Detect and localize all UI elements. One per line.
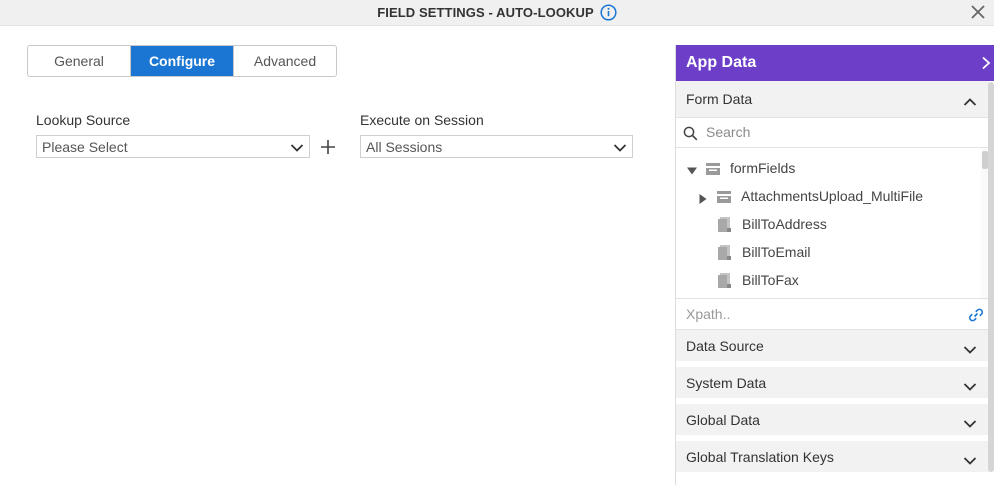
form-data-tree: formFields AttachmentsUpload_MultiFile B… [676,149,981,300]
add-lookup-source-icon[interactable] [319,138,337,156]
xpath-field[interactable]: Xpath.. [676,298,989,330]
tab-advanced[interactable]: Advanced [233,46,336,76]
app-data-search[interactable]: Search [676,118,989,148]
close-icon[interactable] [970,4,986,20]
app-data-title: App Data [686,54,757,71]
object-icon [717,190,731,203]
info-icon[interactable] [600,4,617,21]
chevron-down-icon [963,379,977,391]
caret-right-icon[interactable] [698,191,708,204]
xpath-input[interactable]: Xpath.. [686,306,730,322]
lookup-source-select[interactable]: Please Select [36,135,310,158]
chevron-down-icon [963,416,977,428]
field-icon [718,272,732,288]
system-data-section[interactable]: System Data [676,367,989,401]
app-data-header[interactable]: App Data [676,45,994,81]
tree-node-billtoaddress[interactable]: BillToAddress [718,214,827,234]
tab-configure[interactable]: Configure [130,46,233,76]
chevron-down-icon [613,141,627,153]
search-input[interactable]: Search [706,124,750,140]
form-data-section[interactable]: Form Data [676,81,989,118]
tree-node-billtofax[interactable]: BillToFax [718,270,799,290]
tree-node-billtoemail[interactable]: BillToEmail [718,242,810,262]
tree-node-label: BillToAddress [742,216,827,232]
field-icon [718,216,732,232]
tree-node-label: BillToEmail [742,244,811,260]
form-data-label: Form Data [686,91,753,107]
tree-node-label: formFields [730,160,796,176]
tab-general[interactable]: General [28,46,130,76]
app-data-panel: App Data Form Data Search formFields Att… [675,45,994,485]
field-icon [718,244,732,260]
dialog-titlebar: FIELD SETTINGS - AUTO-LOOKUP [0,0,994,26]
tree-node-attachmentsupload[interactable]: AttachmentsUpload_MultiFile [698,186,923,206]
execute-session-label: Execute on Session [360,112,484,128]
object-icon [706,162,720,175]
global-translation-keys-section[interactable]: Global Translation Keys [676,441,989,475]
execute-session-select[interactable]: All Sessions [360,135,633,158]
link-icon[interactable] [967,307,985,323]
section-label: Data Source [686,337,764,354]
chevron-right-icon[interactable] [981,56,991,70]
chevron-down-icon [963,342,977,354]
tree-node-label: AttachmentsUpload_MultiFile [741,188,924,204]
section-label: System Data [686,374,767,391]
lookup-source-label: Lookup Source [36,112,131,128]
settings-tabs: General Configure Advanced [27,45,337,77]
section-label: Global Translation Keys [686,448,834,465]
dialog-title: FIELD SETTINGS - AUTO-LOOKUP [377,5,594,20]
section-label: Global Data [686,411,760,428]
chevron-down-icon [290,141,304,153]
global-data-section[interactable]: Global Data [676,404,989,438]
lookup-source-value: Please Select [42,138,128,155]
data-source-section[interactable]: Data Source [676,330,989,364]
caret-down-icon[interactable] [687,163,697,175]
chevron-down-icon [963,453,977,465]
panel-scrollbar[interactable] [988,82,994,472]
tree-node-label: BillToFax [742,272,799,288]
search-icon [683,126,698,141]
execute-session-value: All Sessions [366,138,443,155]
tree-node-formfields[interactable]: formFields [687,158,795,178]
chevron-up-icon [963,94,977,106]
